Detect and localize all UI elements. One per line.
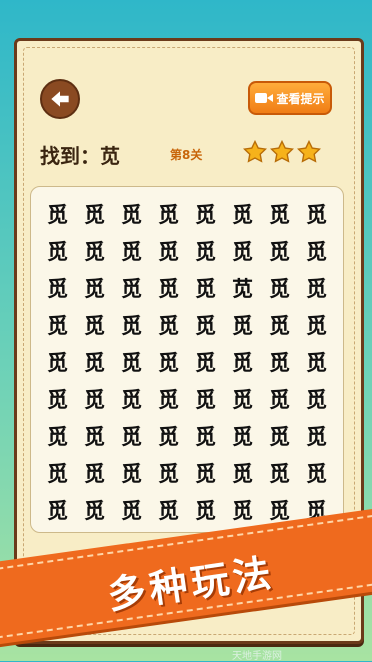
grid-cell[interactable]: 觅: [261, 419, 298, 456]
grid-cell[interactable]: 觅: [76, 271, 113, 308]
grid-cell[interactable]: 觅: [150, 382, 187, 419]
grid-cell[interactable]: 觅: [298, 308, 335, 345]
grid-cell[interactable]: 觅: [224, 456, 261, 493]
grid-cell[interactable]: 觅: [113, 308, 150, 345]
grid-cell[interactable]: 觅: [261, 271, 298, 308]
grid-cell[interactable]: 觅: [261, 197, 298, 234]
grid-cell[interactable]: 觅: [76, 234, 113, 271]
view-hint-button[interactable]: 查看提示: [248, 81, 332, 115]
grid-cell[interactable]: 觅: [224, 234, 261, 271]
target-character-label: 找到：苋: [40, 144, 120, 168]
video-camera-icon: [255, 93, 274, 103]
grid-cell[interactable]: 觅: [224, 419, 261, 456]
grid-cell[interactable]: 觅: [76, 382, 113, 419]
grid-cell[interactable]: 觅: [298, 382, 335, 419]
grid-cell[interactable]: 觅: [76, 493, 113, 530]
grid-cell[interactable]: 觅: [150, 456, 187, 493]
grid-cell[interactable]: 觅: [76, 308, 113, 345]
grid-cell[interactable]: 觅: [150, 308, 187, 345]
grid-cell[interactable]: 觅: [187, 345, 224, 382]
grid-cell[interactable]: 觅: [113, 197, 150, 234]
grid-cell[interactable]: 觅: [150, 345, 187, 382]
grid-cell[interactable]: 觅: [150, 419, 187, 456]
grid-cell[interactable]: 觅: [76, 345, 113, 382]
grid-cell[interactable]: 觅: [76, 197, 113, 234]
grid-cell[interactable]: 觅: [39, 197, 76, 234]
grid-cell[interactable]: 觅: [150, 493, 187, 530]
grid-cell[interactable]: 觅: [39, 234, 76, 271]
grid-cell[interactable]: 觅: [224, 308, 261, 345]
watermark: 天地手游网: [232, 651, 282, 662]
grid-cell[interactable]: 觅: [113, 456, 150, 493]
grid-cell[interactable]: 觅: [39, 382, 76, 419]
grid-cell[interactable]: 觅: [224, 197, 261, 234]
grid-cell[interactable]: 觅: [261, 456, 298, 493]
grid-cell[interactable]: 觅: [298, 271, 335, 308]
grid-cell[interactable]: 觅: [39, 271, 76, 308]
grid-cell[interactable]: 觅: [187, 234, 224, 271]
grid-cell[interactable]: 觅: [187, 197, 224, 234]
grid-cell[interactable]: 觅: [150, 234, 187, 271]
level-label: 第8关: [170, 148, 203, 162]
character-grid: 觅觅觅觅觅觅觅觅觅觅觅觅觅觅觅觅觅觅觅觅觅苋觅觅觅觅觅觅觅觅觅觅觅觅觅觅觅觅觅觅…: [39, 197, 335, 530]
grid-cell[interactable]: 觅: [39, 493, 76, 530]
grid-cell[interactable]: 觅: [39, 419, 76, 456]
grid-cell[interactable]: 觅: [76, 419, 113, 456]
grid-cell[interactable]: 觅: [298, 234, 335, 271]
grid-cell[interactable]: 觅: [261, 382, 298, 419]
character-grid-panel: 觅觅觅觅觅觅觅觅觅觅觅觅觅觅觅觅觅觅觅觅觅苋觅觅觅觅觅觅觅觅觅觅觅觅觅觅觅觅觅觅…: [30, 186, 344, 533]
grid-cell[interactable]: 觅: [113, 382, 150, 419]
star-rating: [243, 140, 321, 164]
grid-cell[interactable]: 觅: [187, 419, 224, 456]
grid-cell[interactable]: 觅: [261, 234, 298, 271]
grid-cell[interactable]: 觅: [187, 271, 224, 308]
grid-cell[interactable]: 觅: [298, 345, 335, 382]
grid-cell[interactable]: 觅: [113, 419, 150, 456]
grid-cell[interactable]: 觅: [113, 493, 150, 530]
grid-cell[interactable]: 觅: [113, 271, 150, 308]
star-icon: [243, 140, 267, 163]
grid-cell[interactable]: 觅: [187, 308, 224, 345]
grid-cell[interactable]: 觅: [150, 197, 187, 234]
grid-cell[interactable]: 觅: [224, 382, 261, 419]
grid-cell[interactable]: 觅: [76, 456, 113, 493]
view-hint-label: 查看提示: [276, 91, 325, 106]
grid-cell[interactable]: 觅: [298, 456, 335, 493]
grid-cell[interactable]: 觅: [261, 345, 298, 382]
grid-cell[interactable]: 觅: [113, 345, 150, 382]
grid-cell[interactable]: 觅: [150, 271, 187, 308]
star-icon: [297, 140, 321, 163]
grid-cell[interactable]: 觅: [113, 234, 150, 271]
grid-cell[interactable]: 觅: [187, 456, 224, 493]
grid-cell[interactable]: 觅: [187, 493, 224, 530]
grid-cell[interactable]: 觅: [298, 197, 335, 234]
grid-cell[interactable]: 觅: [224, 345, 261, 382]
arrow-left-icon: [51, 91, 69, 107]
grid-cell[interactable]: 觅: [39, 456, 76, 493]
grid-cell[interactable]: 觅: [39, 308, 76, 345]
grid-cell[interactable]: 觅: [261, 308, 298, 345]
grid-cell[interactable]: 觅: [298, 419, 335, 456]
grid-cell[interactable]: 觅: [187, 382, 224, 419]
star-icon: [270, 140, 294, 163]
grid-cell[interactable]: 苋: [224, 271, 261, 308]
back-button[interactable]: [40, 79, 80, 119]
grid-cell[interactable]: 觅: [39, 345, 76, 382]
